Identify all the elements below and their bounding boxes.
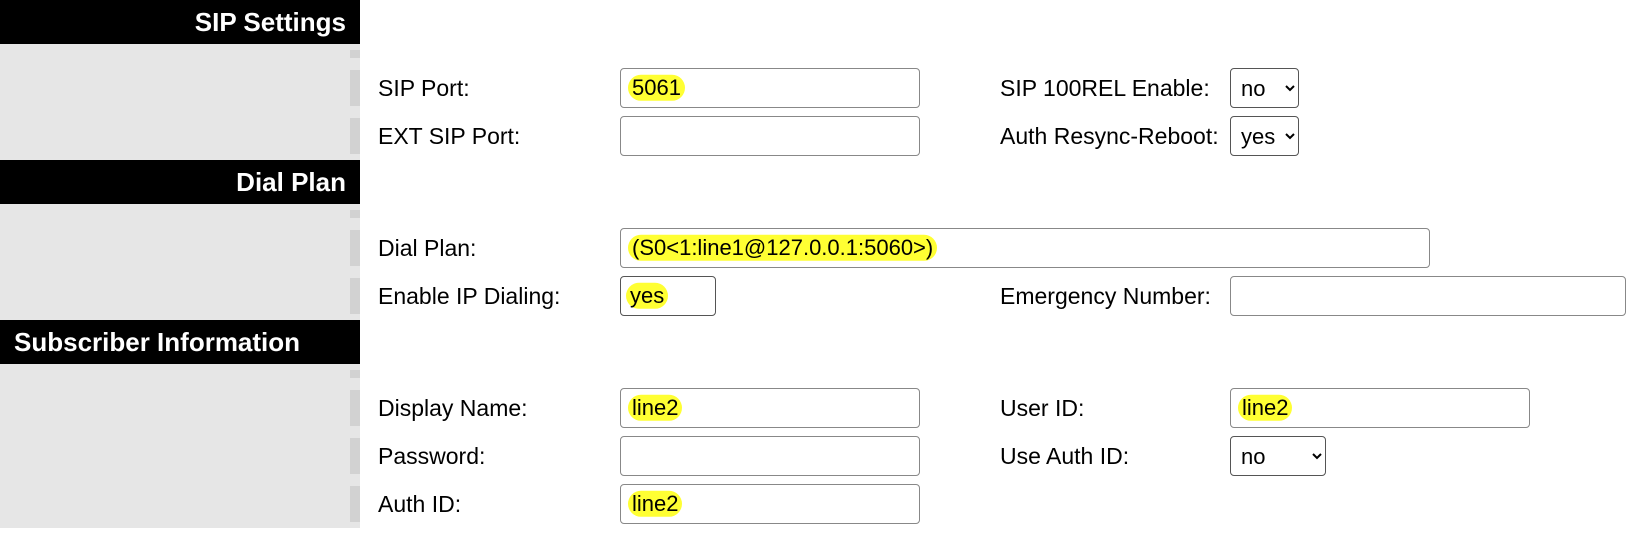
label-auth-id: Auth ID: xyxy=(360,491,620,518)
label-sip-port: SIP Port: xyxy=(360,75,620,102)
select-use-auth-id[interactable]: no yes xyxy=(1230,436,1326,476)
label-auth-resync: Auth Resync-Reboot: xyxy=(1000,123,1230,150)
label-enable-ip-dialing: Enable IP Dialing: xyxy=(360,283,620,310)
label-dial-plan: Dial Plan: xyxy=(360,235,620,262)
select-auth-resync[interactable]: yes no xyxy=(1230,116,1299,156)
sidebar-cell xyxy=(0,384,360,432)
sidebar-cell xyxy=(0,64,360,112)
label-user-id: User ID: xyxy=(1000,395,1230,422)
section-header-dial-plan: Dial Plan xyxy=(0,160,360,204)
sidebar-spacer xyxy=(0,204,360,224)
select-sip-100rel[interactable]: no yes xyxy=(1230,68,1299,108)
sidebar-spacer xyxy=(0,44,360,64)
label-ext-sip-port: EXT SIP Port: xyxy=(360,123,620,150)
row-sip-port: SIP Port: 5061 SIP 100REL Enable: no yes xyxy=(0,64,1626,112)
sidebar-cell xyxy=(0,272,360,320)
input-password[interactable] xyxy=(620,436,920,476)
sidebar-cell xyxy=(0,224,360,272)
section-header-sip-settings: SIP Settings xyxy=(0,0,360,44)
sidebar-cell xyxy=(0,112,360,160)
label-emergency-number: Emergency Number: xyxy=(1000,283,1230,310)
row-dial-plan: Dial Plan: (S0<1:line1@127.0.0.1:5060>) xyxy=(0,224,1626,272)
label-use-auth-id: Use Auth ID: xyxy=(1000,443,1230,470)
label-sip-100rel: SIP 100REL Enable: xyxy=(1000,75,1230,102)
sidebar-cell xyxy=(0,432,360,480)
input-user-id[interactable] xyxy=(1230,388,1530,428)
settings-form: SIP Settings SIP Port: 5061 SIP 100REL E… xyxy=(0,0,1626,528)
input-dial-plan[interactable] xyxy=(620,228,1430,268)
sidebar-spacer xyxy=(0,364,360,384)
row-enable-ip-dialing: Enable IP Dialing: yes no yes Emergency … xyxy=(0,272,1626,320)
row-display-name: Display Name: line2 User ID: line2 xyxy=(0,384,1626,432)
input-sip-port[interactable] xyxy=(620,68,920,108)
label-password: Password: xyxy=(360,443,620,470)
row-ext-sip-port: EXT SIP Port: Auth Resync-Reboot: yes no xyxy=(0,112,1626,160)
row-auth-id: Auth ID: line2 xyxy=(0,480,1626,528)
select-enable-ip-dialing[interactable]: yes no xyxy=(620,276,716,316)
row-password: Password: Use Auth ID: no yes xyxy=(0,432,1626,480)
input-auth-id[interactable] xyxy=(620,484,920,524)
input-ext-sip-port[interactable] xyxy=(620,116,920,156)
input-emergency-number[interactable] xyxy=(1230,276,1626,316)
input-display-name[interactable] xyxy=(620,388,920,428)
section-header-subscriber-info: Subscriber Information xyxy=(0,320,360,364)
sidebar-cell xyxy=(0,480,360,528)
label-display-name: Display Name: xyxy=(360,395,620,422)
